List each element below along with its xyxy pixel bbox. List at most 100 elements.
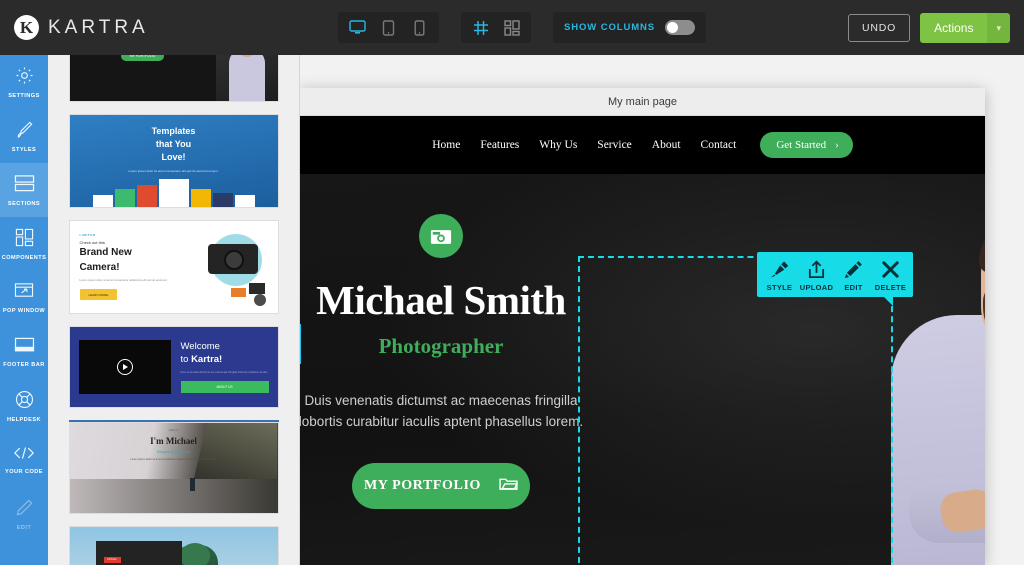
sidebar-item-settings[interactable]: SETTINGS (0, 55, 48, 109)
sidebar-label: STYLES (11, 146, 37, 153)
tablet-icon[interactable] (373, 14, 404, 41)
sidebar-label: EDIT (16, 524, 32, 531)
layout-blocks-icon[interactable] (496, 14, 527, 41)
sidebar-item-footer-bar[interactable]: FOOTER BAR (0, 325, 48, 379)
my-portfolio-label: MY PORTFOLIO (363, 477, 482, 493)
site-navigation: Home Features Why Us Service About Conta… (300, 116, 985, 174)
chevron-right-icon: › (835, 139, 839, 151)
app-logo-text: KARTRA (48, 16, 149, 38)
list-item[interactable]: HELLO I'm Michael Designer & Developer L… (68, 422, 279, 514)
card (114, 188, 135, 207)
thumb-body: Lorem ipsum dolor sit amet consectetur a… (79, 278, 168, 283)
thumb-heading-line-3: Love! (161, 152, 186, 163)
get-started-label: Get Started (776, 139, 827, 151)
thumb-button: LEARN MORE (79, 289, 118, 301)
section-drag-handle[interactable] (300, 324, 301, 364)
sidebar-label: FOOTER BAR (3, 361, 45, 368)
footer-bar-icon (14, 337, 35, 359)
thumb-body: Lorem ipsum dolor sit amet consectetur e… (128, 169, 219, 174)
camera-icon (419, 214, 463, 258)
edit-label: EDIT (844, 283, 863, 292)
sidebar-label: COMPONENTS (1, 254, 47, 261)
selection-outline (578, 256, 893, 565)
undo-button[interactable]: UNDO (847, 14, 911, 42)
thumb-kicker: HELLO (168, 428, 179, 432)
delete-button[interactable]: DELETE (872, 260, 909, 292)
sidebar-item-sections[interactable]: SECTIONS (0, 163, 48, 217)
sidebar-item-helpdesk[interactable]: HELPDESK (0, 379, 48, 433)
nav-link-service[interactable]: Service (597, 139, 631, 151)
toggle-knob (667, 22, 679, 33)
style-label: STYLE (766, 283, 793, 292)
my-portfolio-button[interactable]: MY PORTFOLIO (352, 462, 530, 509)
show-columns-label: SHOW COLUMNS (564, 22, 656, 33)
style-button[interactable]: STYLE (761, 260, 798, 292)
list-item[interactable]: Templates that You Love! Lorem ipsum dol… (68, 114, 279, 208)
nav-link-home[interactable]: Home (432, 139, 460, 151)
edit-button[interactable]: EDIT (835, 260, 872, 292)
sections-icon (14, 174, 35, 198)
page-canvas: My main page Home Features Why Us Servic… (300, 88, 985, 565)
top-toolbar: K KARTRA SHOW COLUMNS UNDO Actions ▾ (0, 0, 1024, 55)
upload-label: UPLOAD (799, 283, 834, 292)
nav-link-features[interactable]: Features (480, 139, 519, 151)
show-columns-toggle[interactable]: SHOW COLUMNS (553, 12, 707, 43)
card (234, 194, 255, 207)
delete-label: DELETE (874, 283, 907, 292)
thumb-heading-line-2: that You (155, 139, 192, 150)
thumb-title: I'm Michael (150, 436, 197, 446)
actions-button[interactable]: Actions ▾ (920, 13, 1010, 43)
sidebar-item-styles[interactable]: STYLES (0, 109, 48, 163)
page-title: My main page (300, 88, 985, 116)
thumb-camera-image (190, 228, 268, 306)
thumb-body: Duis venenatis dictumst ac maecenas frin… (180, 369, 268, 374)
chevron-down-icon[interactable]: ▾ (987, 13, 1010, 43)
thumb-video-player (78, 340, 171, 394)
list-item[interactable]: Hi there I'm Peter Smith UI & UX Designe… (68, 526, 279, 565)
sidebar-label: HELPDESK (6, 416, 42, 423)
hero-title: Michael Smith (316, 277, 566, 323)
hero-section[interactable]: Michael Smith Photographer Duis venenati… (300, 174, 985, 565)
mobile-icon[interactable] (404, 14, 435, 41)
thumb-body: Lorem ipsum dolor sit amet consectetur a… (130, 458, 217, 461)
thumb-eyebrow: Check out this (79, 240, 105, 246)
sidebar-item-edit[interactable]: EDIT (0, 487, 48, 541)
nav-link-contact[interactable]: Contact (701, 139, 737, 151)
left-sidebar: SETTINGS STYLES SECTIONS COMPONENTS POP … (0, 55, 48, 565)
get-started-button[interactable]: Get Started › (760, 132, 853, 158)
nav-link-why-us[interactable]: Why Us (539, 139, 577, 151)
thumb-kicker: LIMITED (79, 233, 96, 238)
thumb-heading-line-2-plain: to (180, 353, 192, 365)
toggle-switch[interactable] (665, 20, 696, 35)
grid-icon[interactable] (465, 14, 496, 41)
k-logo-icon: K (14, 15, 39, 40)
card (212, 192, 233, 207)
thumb-badge: Hi there (103, 556, 121, 563)
upload-button[interactable]: UPLOAD (798, 260, 835, 292)
sidebar-item-your-code[interactable]: YOUR CODE (0, 433, 48, 487)
thumb-heading-line-1: Brand New (79, 247, 132, 259)
card (136, 184, 157, 207)
list-item[interactable]: Welcome to Kartra! Duis venenatis dictum… (68, 326, 279, 408)
sidebar-item-pop-window[interactable]: POP WINDOW (0, 271, 48, 325)
sidebar-item-components[interactable]: COMPONENTS (0, 217, 48, 271)
thumb-subtitle: Designer & Developer (156, 450, 191, 454)
thumb-button: MY PORTFOLIO (120, 55, 165, 62)
card (92, 194, 113, 207)
app-logo[interactable]: K KARTRA (14, 15, 149, 40)
thumb-photo (215, 55, 278, 101)
sidebar-label: SECTIONS (7, 200, 41, 207)
hero-content: Michael Smith Photographer Duis venenati… (300, 214, 606, 509)
nav-link-about[interactable]: About (652, 139, 681, 151)
thumb-heading-line-2: Camera! (79, 261, 120, 273)
pencil-icon (15, 498, 34, 522)
sections-thumbnail-panel[interactable]: Michael Smith Photographer Duis venenati… (48, 55, 300, 565)
popup-window-icon (14, 282, 34, 305)
desktop-icon[interactable] (342, 14, 373, 41)
toolbar-right-group: UNDO Actions ▾ (847, 13, 1010, 43)
list-item[interactable]: Michael Smith Photographer Duis venenati… (68, 55, 279, 102)
thumb-heading-line-2-bold: Kartra! (191, 353, 223, 365)
sidebar-label: YOUR CODE (5, 469, 43, 475)
hero-photo (883, 185, 985, 565)
list-item[interactable]: LIMITED Check out this Brand New Camera!… (68, 220, 279, 314)
